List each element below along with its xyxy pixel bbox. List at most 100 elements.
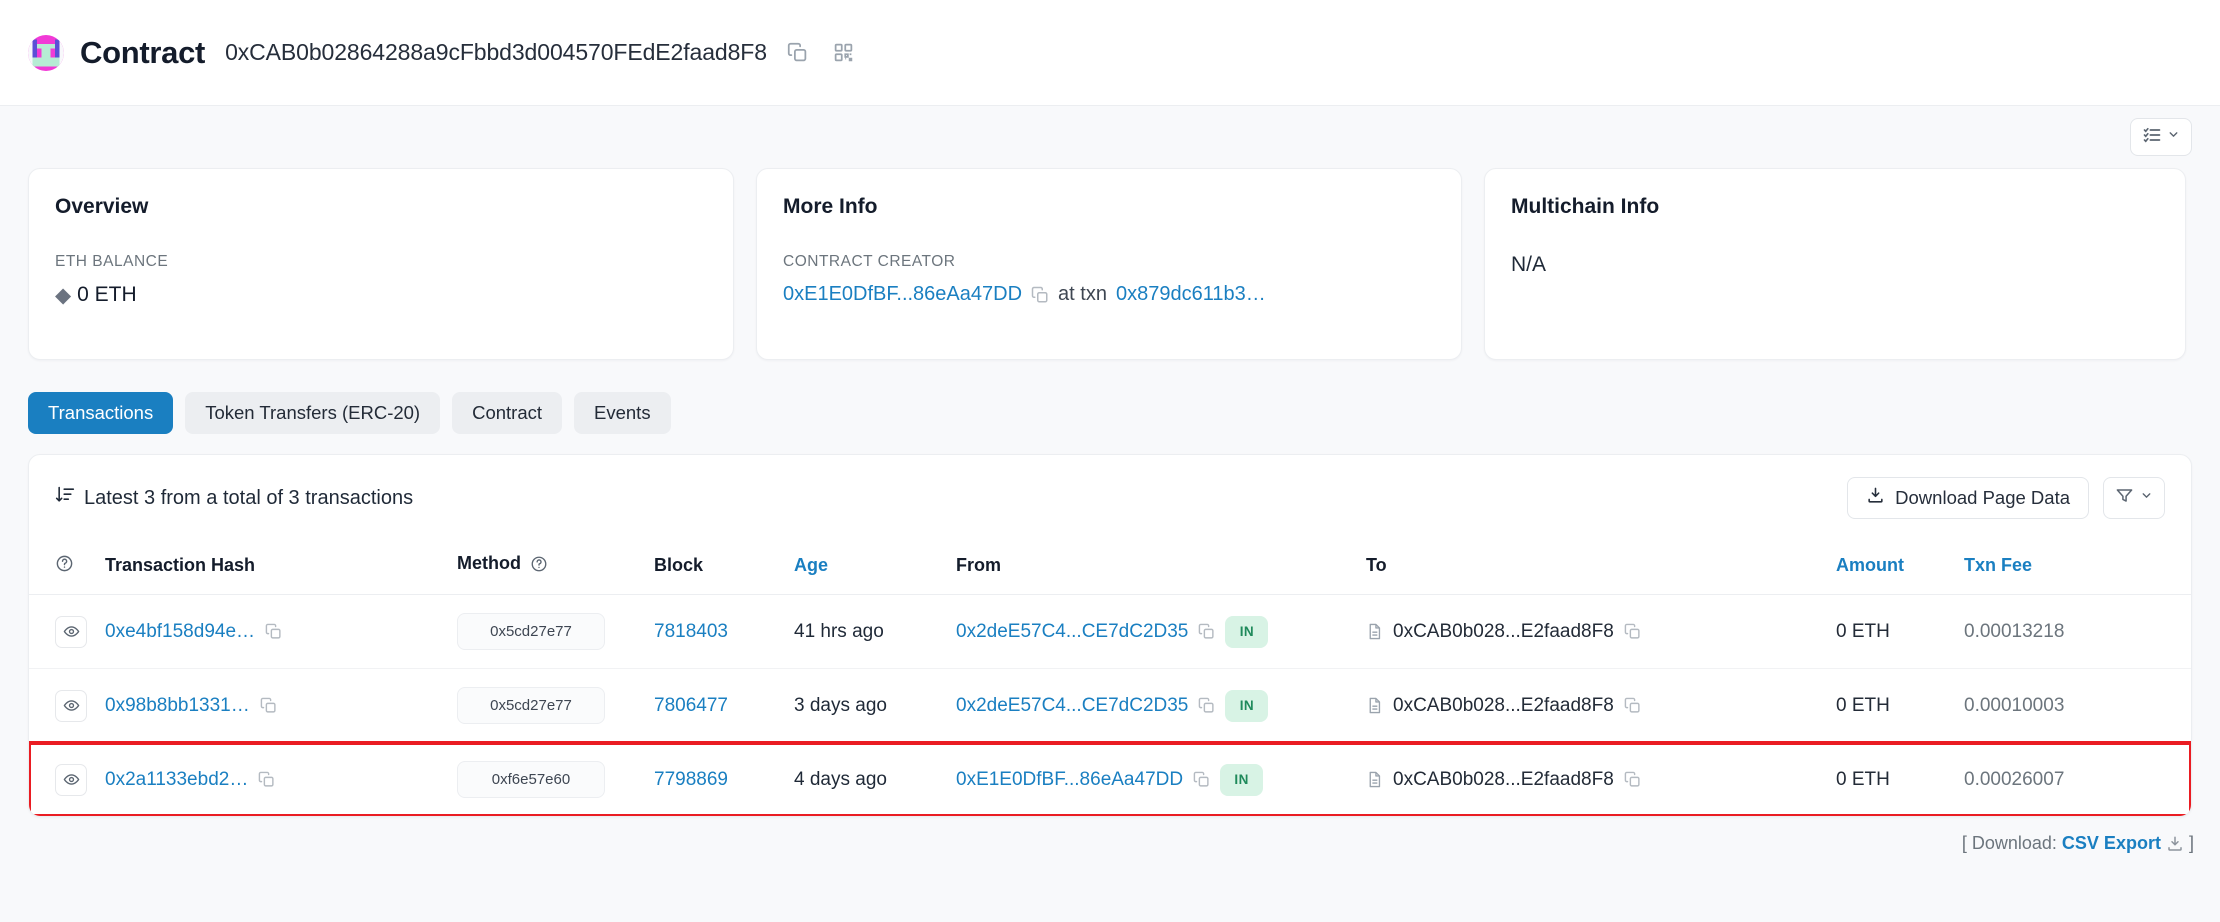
row-method-cell: 0xf6e57e60 xyxy=(457,743,654,817)
row-block-cell: 7818403 xyxy=(654,595,794,669)
overview-card: Overview ETH BALANCE ◆ 0 ETH xyxy=(28,168,734,360)
contract-document-icon xyxy=(1366,696,1383,715)
creation-txn-link[interactable]: 0x879dc611b3… xyxy=(1116,283,1266,306)
direction-badge: IN xyxy=(1225,690,1268,722)
tab-token-transfers[interactable]: Token Transfers (ERC-20) xyxy=(185,392,440,434)
list-checks-icon xyxy=(2142,125,2162,150)
csv-export-link[interactable]: CSV Export xyxy=(2062,833,2161,853)
question-circle-icon[interactable] xyxy=(530,555,548,578)
sub-toolbar xyxy=(0,106,2220,168)
qr-code-icon[interactable] xyxy=(829,38,859,68)
row-fee-cell: 0.00010003 xyxy=(1964,669,2191,743)
copy-icon[interactable] xyxy=(1198,697,1215,714)
transactions-summary: Latest 3 from a total of 3 transactions xyxy=(55,485,413,511)
row-hash-cell: 0xe4bf158d94e… xyxy=(105,595,457,669)
method-badge[interactable]: 0x5cd27e77 xyxy=(457,613,605,650)
contract-address: 0xCAB0b02864288a9cFbbd3d004570FEdE2faad8… xyxy=(225,39,767,66)
contract-document-icon xyxy=(1366,770,1383,789)
row-amount-cell: 0 ETH xyxy=(1836,595,1964,669)
row-from-cell: 0x2deE57C4...CE7dC2D35 IN xyxy=(956,669,1366,743)
copy-icon[interactable] xyxy=(1624,623,1641,640)
download-icon xyxy=(1866,486,1885,510)
tab-events[interactable]: Events xyxy=(574,392,671,434)
from-address-link[interactable]: 0x2deE57C4...CE7dC2D35 xyxy=(956,621,1188,643)
row-hash-cell: 0x2a1133ebd2… xyxy=(105,743,457,817)
row-method-cell: 0x5cd27e77 xyxy=(457,669,654,743)
transactions-summary-text: Latest 3 from a total of 3 transactions xyxy=(84,487,413,510)
method-badge[interactable]: 0xf6e57e60 xyxy=(457,761,605,798)
column-amount[interactable]: Amount xyxy=(1836,539,1964,595)
transaction-hash-link[interactable]: 0x2a1133ebd2… xyxy=(105,769,248,791)
tab-transactions[interactable]: Transactions xyxy=(28,392,173,434)
block-link[interactable]: 7806477 xyxy=(654,695,728,716)
method-badge[interactable]: 0x5cd27e77 xyxy=(457,687,605,724)
transactions-table-body: 0xe4bf158d94e… 0x5cd27e77 7818403 41 hrs… xyxy=(29,595,2191,817)
table-row: 0xe4bf158d94e… 0x5cd27e77 7818403 41 hrs… xyxy=(29,595,2191,669)
from-address-link[interactable]: 0xE1E0DfBF...86eAa47DD xyxy=(956,769,1183,791)
copy-icon[interactable] xyxy=(783,38,813,68)
copy-icon[interactable] xyxy=(260,697,277,714)
tab-bar: Transactions Token Transfers (ERC-20) Co… xyxy=(0,360,2220,434)
multichain-value: N/A xyxy=(1511,253,2159,277)
block-link[interactable]: 7818403 xyxy=(654,621,728,642)
list-view-toggle-button[interactable] xyxy=(2130,118,2192,156)
eye-icon[interactable] xyxy=(55,616,87,648)
row-hash-cell: 0x98b8bb1331… xyxy=(105,669,457,743)
tab-contract[interactable]: Contract xyxy=(452,392,562,434)
download-icon[interactable] xyxy=(2166,835,2184,853)
transaction-hash-link[interactable]: 0xe4bf158d94e… xyxy=(105,621,255,643)
filter-button[interactable] xyxy=(2103,477,2165,519)
column-method: Method xyxy=(457,539,654,595)
download-prefix-label: [ Download: xyxy=(1962,833,2057,853)
row-fee-cell: 0.00026007 xyxy=(1964,743,2191,817)
avatar xyxy=(28,35,64,71)
page-title: Contract xyxy=(80,35,205,71)
copy-icon[interactable] xyxy=(1624,771,1641,788)
transactions-panel: Latest 3 from a total of 3 transactions … xyxy=(28,454,2192,817)
copy-icon[interactable] xyxy=(1624,697,1641,714)
question-circle-icon[interactable] xyxy=(55,557,74,577)
eye-icon[interactable] xyxy=(55,690,87,722)
row-to-cell: 0xCAB0b028...E2faad8F8 xyxy=(1366,595,1836,669)
row-preview-cell xyxy=(29,595,105,669)
row-fee-cell: 0.00013218 xyxy=(1964,595,2191,669)
at-txn-label: at txn xyxy=(1058,283,1107,306)
column-age[interactable]: Age xyxy=(794,539,956,595)
copy-icon[interactable] xyxy=(265,623,282,640)
column-to: To xyxy=(1366,539,1836,595)
multichain-info-card: Multichain Info N/A xyxy=(1484,168,2186,360)
overview-card-title: Overview xyxy=(55,195,707,219)
column-block: Block xyxy=(654,539,794,595)
to-address: 0xCAB0b028...E2faad8F8 xyxy=(1393,769,1614,791)
table-row: 0x2a1133ebd2… 0xf6e57e60 7798869 4 days … xyxy=(29,743,2191,817)
column-txn-fee[interactable]: Txn Fee xyxy=(1964,539,2191,595)
transactions-panel-header: Latest 3 from a total of 3 transactions … xyxy=(29,455,2191,539)
transaction-hash-link[interactable]: 0x98b8bb1331… xyxy=(105,695,250,717)
copy-icon[interactable] xyxy=(1031,286,1049,304)
download-suffix-label: ] xyxy=(2189,833,2194,853)
csv-export-footer: [ Download: CSV Export ] xyxy=(0,817,2220,872)
page-header: Contract 0xCAB0b02864288a9cFbbd3d004570F… xyxy=(0,0,2220,106)
download-page-data-button[interactable]: Download Page Data xyxy=(1847,477,2089,519)
contract-creator-label: CONTRACT CREATOR xyxy=(783,253,1435,271)
to-address: 0xCAB0b028...E2faad8F8 xyxy=(1393,695,1614,717)
sort-descending-icon xyxy=(55,485,75,511)
row-amount-cell: 0 ETH xyxy=(1836,669,1964,743)
row-age-cell: 41 hrs ago xyxy=(794,595,956,669)
row-from-cell: 0x2deE57C4...CE7dC2D35 IN xyxy=(956,595,1366,669)
download-page-data-label: Download Page Data xyxy=(1895,487,2070,509)
more-info-card: More Info CONTRACT CREATOR 0xE1E0DfBF...… xyxy=(756,168,1462,360)
copy-icon[interactable] xyxy=(258,771,275,788)
copy-icon[interactable] xyxy=(1198,623,1215,640)
from-address-link[interactable]: 0x2deE57C4...CE7dC2D35 xyxy=(956,695,1188,717)
eye-icon[interactable] xyxy=(55,764,87,796)
column-method-label: Method xyxy=(457,553,521,573)
row-block-cell: 7806477 xyxy=(654,669,794,743)
contract-creator-address-link[interactable]: 0xE1E0DfBF...86eAa47DD xyxy=(783,283,1022,306)
ethereum-diamond-icon: ◆ xyxy=(55,285,71,306)
row-age-cell: 4 days ago xyxy=(794,743,956,817)
row-amount-cell: 0 ETH xyxy=(1836,743,1964,817)
row-preview-cell xyxy=(29,669,105,743)
block-link[interactable]: 7798869 xyxy=(654,769,728,790)
copy-icon[interactable] xyxy=(1193,771,1210,788)
